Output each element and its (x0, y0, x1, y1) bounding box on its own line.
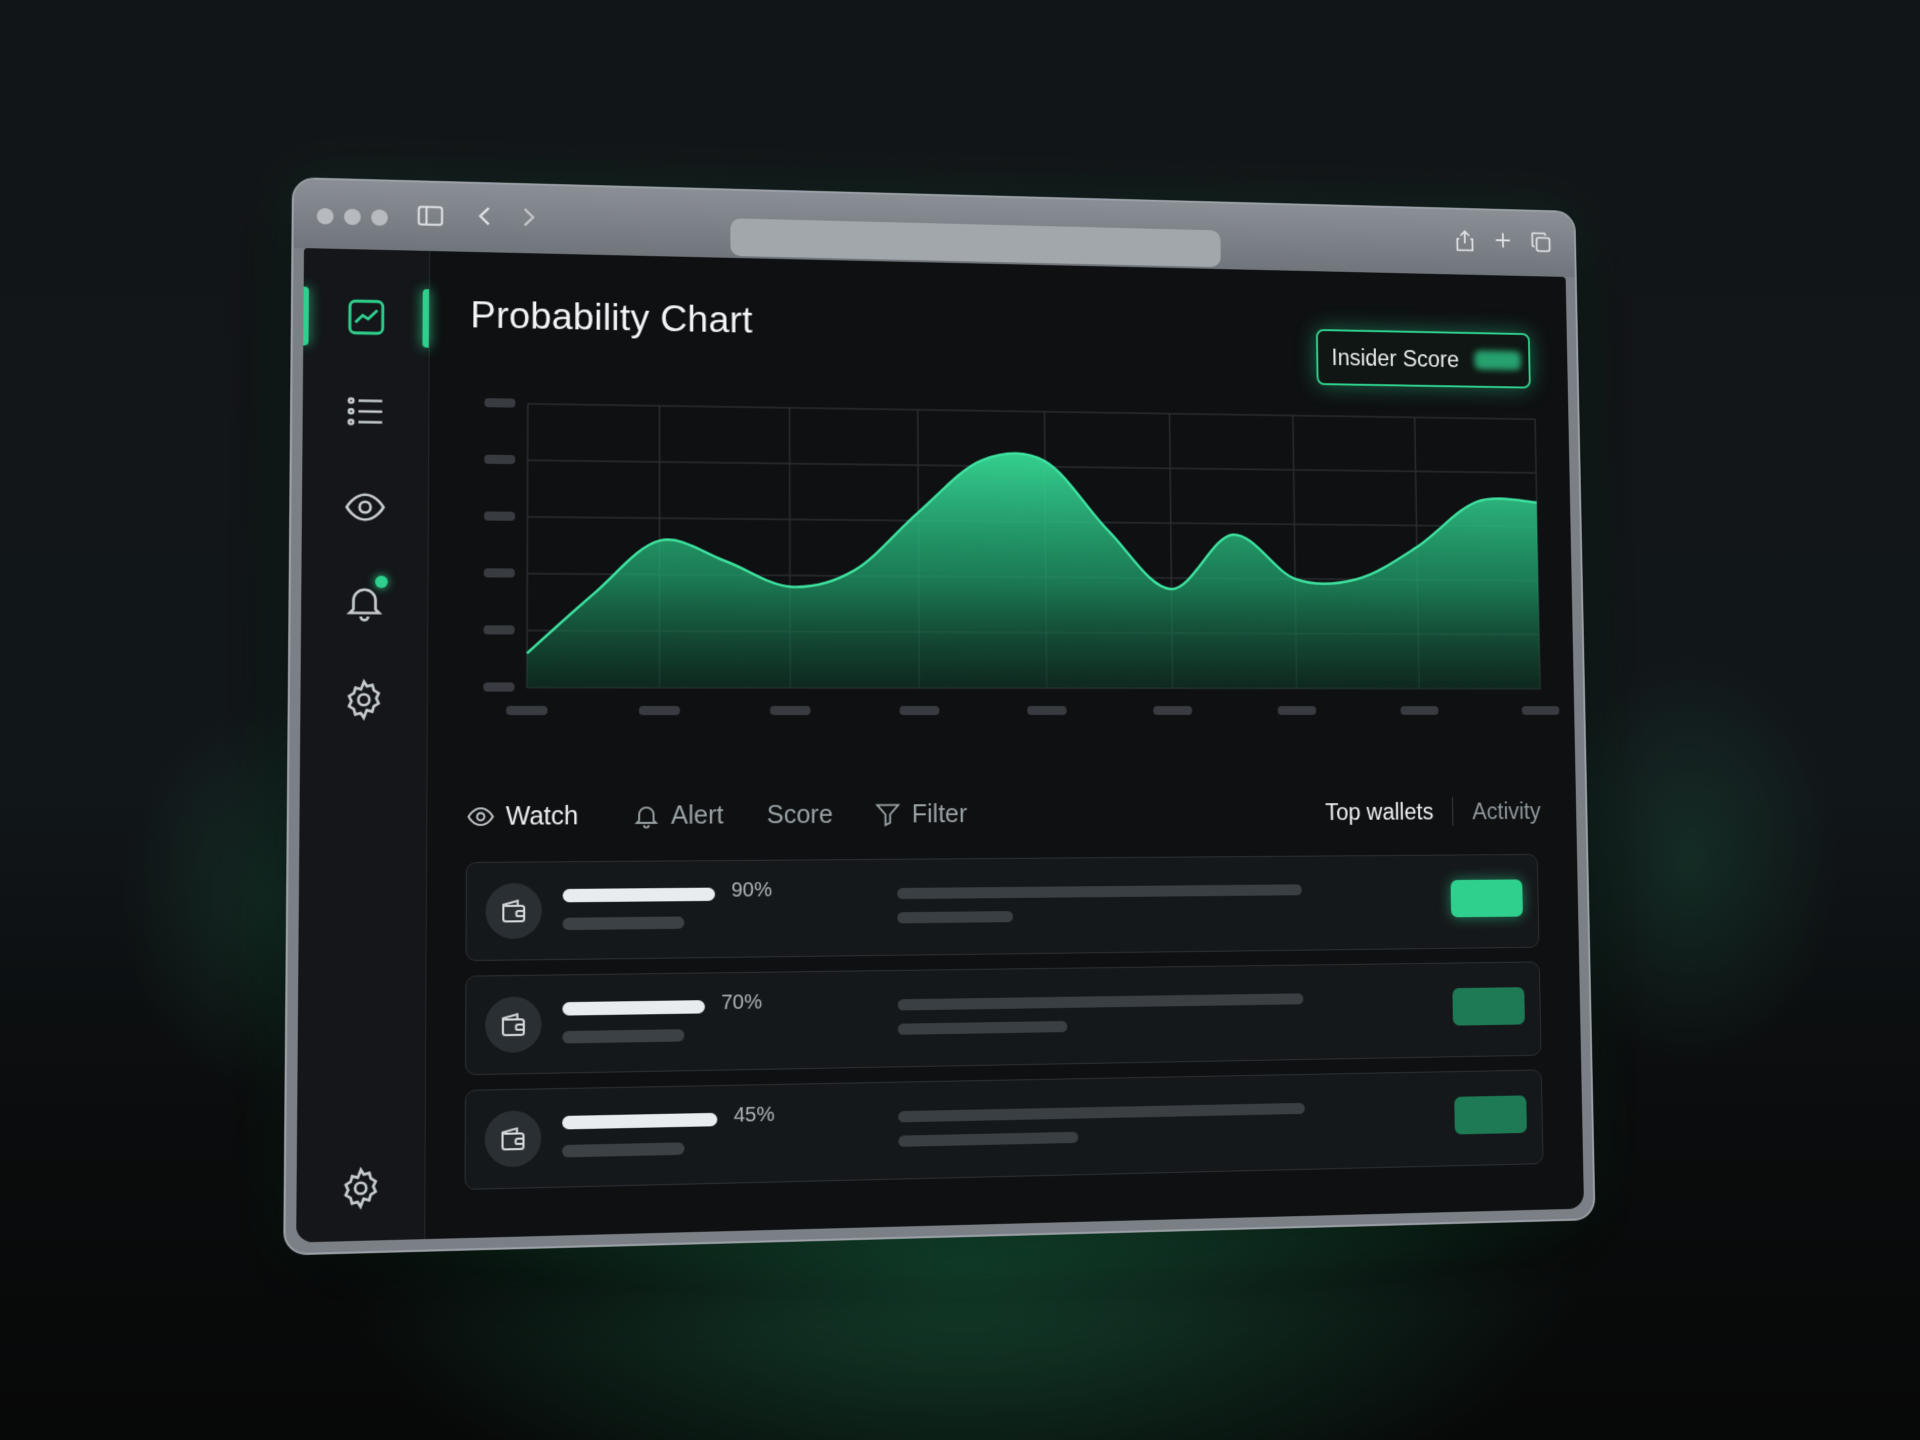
y-tick-label (483, 511, 516, 521)
y-tick-label (484, 454, 516, 465)
x-tick-label (1277, 706, 1317, 715)
wallet-percent: 70% (721, 991, 763, 1015)
list-icon (344, 390, 388, 433)
insider-score-button[interactable]: Insider Score (1315, 328, 1531, 389)
score-button[interactable]: Score (767, 793, 833, 838)
sidebar-item-list[interactable] (332, 378, 399, 444)
wallet-detail-bar-2 (898, 1131, 1079, 1147)
alert-button[interactable]: Alert (632, 793, 724, 838)
wallet-sub-bar (562, 1029, 685, 1044)
watch-button[interactable]: Watch (466, 794, 578, 840)
eye-icon (466, 802, 495, 831)
wallet-tabs: Top wallets Activity (1325, 790, 1541, 834)
x-tick-label (1153, 706, 1193, 715)
forward-icon[interactable] (514, 203, 543, 240)
eye-icon (343, 486, 387, 529)
sidebar-item-settings-bottom[interactable] (326, 1154, 395, 1223)
y-tick-label (483, 568, 515, 578)
wallet-amount-badge[interactable] (1454, 1095, 1527, 1135)
probability-chart (483, 398, 1560, 716)
wallet-sub-bar (562, 1142, 685, 1158)
x-tick-label (638, 705, 680, 716)
y-tick-label (483, 625, 515, 635)
x-tick-label (506, 705, 548, 716)
x-tick-label (1400, 706, 1439, 715)
wallet-amount-badge[interactable] (1452, 987, 1525, 1026)
new-tab-icon[interactable] (1491, 228, 1516, 261)
chart-gridline-h (528, 404, 1535, 419)
x-tick-label (1027, 706, 1067, 715)
x-tick-label (899, 705, 940, 716)
probability-area (526, 446, 1541, 689)
sidebar-item-chart[interactable] (333, 284, 400, 350)
wallet-avatar (484, 1110, 542, 1168)
gear-icon (338, 1166, 383, 1211)
wallet-detail-bar (898, 1102, 1305, 1123)
wallet-percent: 90% (731, 878, 773, 902)
filter-label: Filter (911, 799, 968, 828)
wallet-icon (498, 895, 529, 926)
page-title: Probability Chart (470, 294, 753, 341)
minimize-dot[interactable] (343, 208, 361, 226)
gear-icon (342, 678, 387, 721)
active-indicator-left (303, 286, 309, 346)
wallet-percent: 45% (733, 1103, 775, 1127)
back-icon[interactable] (471, 202, 500, 239)
insider-score-label: Insider Score (1331, 344, 1460, 372)
notification-badge (375, 575, 388, 589)
sidebar-item-alerts[interactable] (331, 569, 399, 635)
wallet-sub-bar (562, 916, 685, 931)
filter-button[interactable]: Filter (874, 792, 968, 837)
wallet-row[interactable]: 90% (465, 853, 1540, 962)
score-label: Score (766, 800, 833, 829)
wallet-row[interactable]: 45% (464, 1069, 1544, 1190)
y-tick-label (484, 398, 516, 408)
sidebar-item-watch[interactable] (331, 474, 399, 540)
maximize-dot[interactable] (371, 209, 388, 226)
sidebar (296, 248, 431, 1243)
tabs-overview-icon[interactable] (1528, 229, 1555, 264)
wallet-amount-badge[interactable] (1450, 879, 1523, 918)
line-chart-icon (344, 296, 388, 339)
wallet-detail-bar-2 (897, 911, 1014, 924)
tab-top-wallets[interactable]: Top wallets (1325, 798, 1434, 825)
close-dot[interactable] (316, 207, 334, 225)
wallet-icon (498, 1009, 529, 1041)
watch-label: Watch (505, 801, 579, 831)
sidebar-toggle-icon[interactable] (415, 200, 446, 239)
wallet-avatar (485, 996, 542, 1054)
x-tick-label (1521, 706, 1560, 715)
wallet-detail-bar (897, 884, 1302, 900)
main-panel: Probability Chart Insider Score Watch Al… (424, 251, 1584, 1239)
browser-window: Probability Chart Insider Score Watch Al… (283, 177, 1596, 1256)
tab-activity[interactable]: Activity (1472, 798, 1541, 825)
share-icon[interactable] (1452, 227, 1479, 264)
app-content: Probability Chart Insider Score Watch Al… (296, 248, 1585, 1243)
wallet-name-bar (562, 1000, 705, 1016)
filter-icon (874, 800, 902, 828)
wallet-toolbar: Watch Alert Score Filter Top wallets Act… (466, 790, 1541, 840)
wallet-row[interactable]: 70% (464, 961, 1542, 1076)
bell-icon (632, 801, 661, 830)
tab-divider (1452, 796, 1454, 827)
y-tick-label (483, 682, 515, 692)
alert-label: Alert (670, 800, 724, 830)
sidebar-item-settings[interactable] (330, 667, 398, 733)
chart-gridline-v (527, 404, 528, 688)
insider-score-value (1473, 350, 1521, 371)
wallet-icon (497, 1123, 529, 1155)
wallet-detail-bar (897, 993, 1304, 1011)
x-tick-label (770, 705, 811, 716)
wallet-name-bar (562, 1112, 718, 1130)
wallet-name-bar (562, 887, 716, 903)
wallet-avatar (485, 883, 542, 940)
wallet-detail-bar-2 (897, 1020, 1068, 1035)
